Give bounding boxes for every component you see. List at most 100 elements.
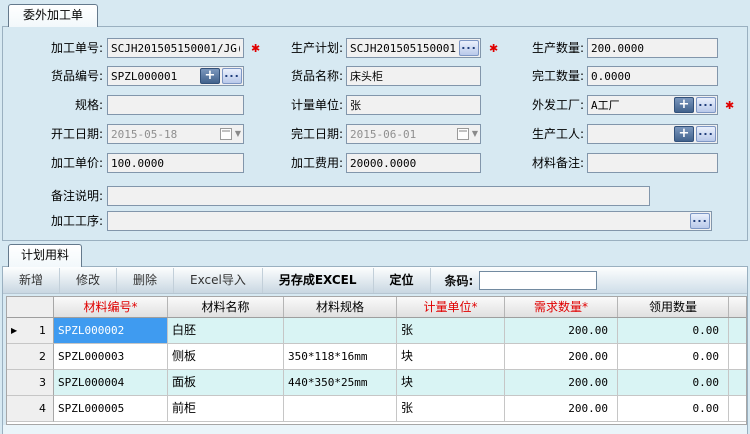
production-plan-field: ... (346, 38, 481, 58)
process-field: ... (107, 211, 712, 231)
col-header-material-spec[interactable]: 材料规格 (284, 297, 397, 317)
tab-outsource-order[interactable]: 委外加工单 (8, 4, 98, 27)
lookup-icon[interactable]: ... (459, 40, 479, 56)
edit-row-button[interactable]: 修改 (60, 268, 117, 293)
cell-unit[interactable]: 张 (397, 318, 505, 344)
save-as-excel-button[interactable]: 另存成EXCEL (263, 268, 374, 293)
spec-label: 规格: (8, 95, 103, 115)
lookup-icon[interactable]: ... (696, 97, 716, 113)
col-header-material-name[interactable]: 材料名称 (168, 297, 284, 317)
remark-label: 备注说明: (8, 186, 103, 206)
cell-unit[interactable]: 块 (397, 370, 505, 396)
row-selector[interactable]: ▶ 1 (7, 318, 54, 344)
barcode-label: 条码: (445, 272, 474, 289)
row-number: 1 (39, 318, 46, 343)
add-row-button[interactable]: 新增 (3, 268, 60, 293)
process-fee-label: 加工费用: (265, 153, 343, 173)
row-selector[interactable]: 4 (7, 396, 54, 422)
remark-input[interactable] (107, 186, 650, 206)
item-name-input[interactable] (346, 66, 481, 86)
materials-toolbar: 新增 修改 删除 Excel导入 另存成EXCEL 定位 条码: (3, 267, 747, 294)
item-code-label: 货品编号: (8, 66, 103, 86)
cell-extra (729, 370, 747, 396)
cell-material-spec[interactable]: 440*350*25mm (284, 370, 397, 396)
table-row: 4 SPZL000005 前柜 张 200.00 0.00 (7, 396, 747, 422)
barcode-input[interactable] (479, 271, 597, 290)
lookup-icon[interactable]: ... (696, 126, 716, 142)
spec-field (107, 95, 244, 115)
add-icon[interactable]: + (200, 68, 220, 84)
remark-field (107, 186, 650, 206)
process-fee-field (346, 153, 481, 173)
cell-material-code[interactable]: SPZL000004 (54, 370, 168, 396)
order-no-field (107, 38, 244, 58)
worker-label: 生产工人: (505, 124, 584, 144)
col-header-required-qty[interactable]: 需求数量* (505, 297, 618, 317)
cell-material-name[interactable]: 前柜 (168, 396, 284, 422)
start-date-label: 开工日期: (8, 124, 103, 144)
cell-material-spec[interactable] (284, 396, 397, 422)
order-no-label: 加工单号: (8, 38, 103, 58)
dropdown-arrow-icon[interactable]: ▼ (235, 130, 241, 138)
add-icon[interactable]: + (674, 126, 694, 142)
cell-unit[interactable]: 块 (397, 344, 505, 370)
excel-import-button[interactable]: Excel导入 (174, 268, 263, 293)
worker-field: + ... (587, 124, 718, 144)
cell-issued-qty[interactable]: 0.00 (618, 344, 729, 370)
calendar-icon[interactable] (220, 128, 232, 140)
lookup-icon[interactable]: ... (222, 68, 242, 84)
cell-required-qty[interactable]: 200.00 (505, 344, 618, 370)
col-header-row-selector[interactable] (7, 297, 54, 317)
row-selector[interactable]: 3 (7, 370, 54, 396)
process-fee-input[interactable] (346, 153, 481, 173)
cell-material-name[interactable]: 白胚 (168, 318, 284, 344)
spec-input[interactable] (107, 95, 244, 115)
cell-required-qty[interactable]: 200.00 (505, 396, 618, 422)
col-header-extra (729, 297, 747, 317)
row-number: 2 (39, 344, 46, 369)
cell-required-qty[interactable]: 200.00 (505, 370, 618, 396)
cell-material-spec[interactable]: 350*118*16mm (284, 344, 397, 370)
row-number: 4 (39, 396, 46, 421)
cell-required-qty[interactable]: 200.00 (505, 318, 618, 344)
table-row: 2 SPZL000003 侧板 350*118*16mm 块 200.00 0.… (7, 344, 747, 370)
cell-unit[interactable]: 张 (397, 396, 505, 422)
production-plan-label: 生产计划: (265, 38, 343, 58)
cell-extra (729, 396, 747, 422)
dropdown-arrow-icon[interactable]: ▼ (472, 130, 478, 138)
unit-price-input[interactable] (107, 153, 244, 173)
item-name-field (346, 66, 481, 86)
cell-material-code[interactable]: SPZL000002 (54, 318, 168, 344)
unit-input[interactable] (346, 95, 481, 115)
finish-date-label: 完工日期: (265, 124, 343, 144)
lookup-icon[interactable]: ... (690, 213, 710, 229)
calendar-icon[interactable] (457, 128, 469, 140)
row-selector[interactable]: 2 (7, 344, 54, 370)
material-note-input[interactable] (587, 153, 718, 173)
col-header-issued-qty[interactable]: 领用数量 (618, 297, 729, 317)
cell-issued-qty[interactable]: 0.00 (618, 370, 729, 396)
production-qty-label: 生产数量: (505, 38, 584, 58)
tab-planned-materials[interactable]: 计划用料 (8, 244, 82, 267)
cell-issued-qty[interactable]: 0.00 (618, 318, 729, 344)
item-name-label: 货品名称: (265, 66, 343, 86)
locate-button[interactable]: 定位 (374, 268, 431, 293)
finished-qty-input[interactable] (587, 66, 718, 86)
cell-material-name[interactable]: 侧板 (168, 344, 284, 370)
delete-row-button[interactable]: 删除 (117, 268, 174, 293)
add-icon[interactable]: + (674, 97, 694, 113)
cell-material-spec[interactable] (284, 318, 397, 344)
cell-material-code[interactable]: SPZL000003 (54, 344, 168, 370)
table-row: 3 SPZL000004 面板 440*350*25mm 块 200.00 0.… (7, 370, 747, 396)
production-qty-field (587, 38, 718, 58)
process-input[interactable] (107, 211, 712, 231)
required-asterisk: ✱ (489, 42, 498, 55)
process-label: 加工工序: (8, 211, 103, 231)
cell-material-name[interactable]: 面板 (168, 370, 284, 396)
cell-issued-qty[interactable]: 0.00 (618, 396, 729, 422)
order-no-input[interactable] (107, 38, 244, 58)
col-header-material-code[interactable]: 材料编号* (54, 297, 168, 317)
production-qty-input[interactable] (587, 38, 718, 58)
col-header-unit[interactable]: 计量单位* (397, 297, 505, 317)
cell-material-code[interactable]: SPZL000005 (54, 396, 168, 422)
